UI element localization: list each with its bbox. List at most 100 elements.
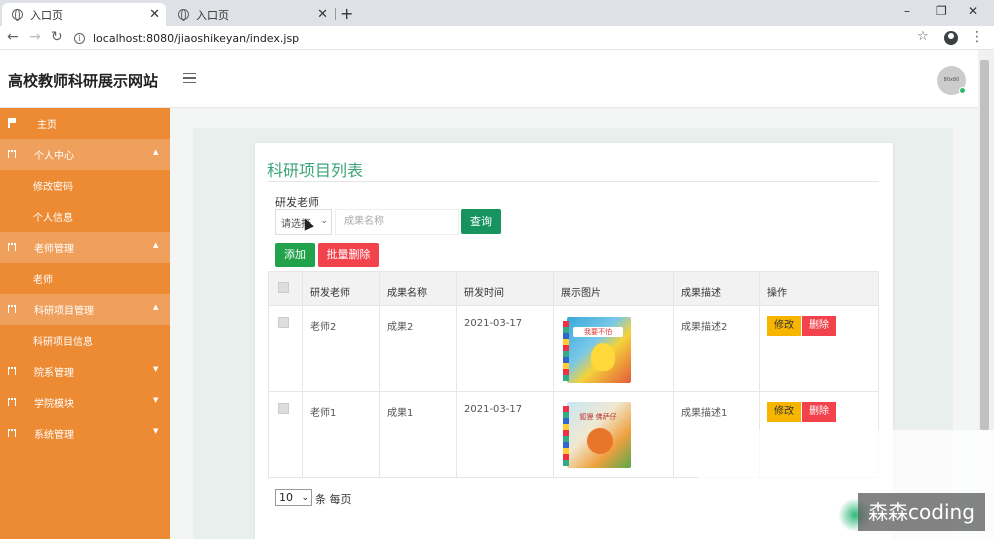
sidebar-item-label: 老师 xyxy=(33,275,53,286)
sidebar-item-home[interactable]: 主页 xyxy=(0,108,170,139)
sidebar-item-profile[interactable]: 个人信息 xyxy=(0,201,170,232)
sidebar-item-label: 院系管理 xyxy=(34,368,74,379)
project-image[interactable]: 我要不怕 xyxy=(563,317,631,383)
edit-button[interactable]: 修改 xyxy=(767,402,801,422)
sidebar-group-departments[interactable]: 院系管理 ▼ xyxy=(0,356,170,387)
cell-teacher: 老师2 xyxy=(310,322,337,333)
cell-teacher: 老师1 xyxy=(310,408,337,419)
grid-icon xyxy=(8,398,16,406)
cell-name: 成果1 xyxy=(387,408,414,419)
delete-button[interactable]: 删除 xyxy=(802,402,836,422)
col-divider xyxy=(302,272,303,477)
url-field[interactable]: i localhost:8080/jiaoshikeyan/index.jsp xyxy=(74,29,942,47)
sidebar-group-system[interactable]: 系统管理 ▼ xyxy=(0,418,170,449)
row-checkbox[interactable] xyxy=(278,317,289,328)
sidebar-item-label: 主页 xyxy=(37,120,57,131)
site-brand: 高校教师科研展示网站 xyxy=(8,72,159,90)
cell-desc: 成果描述2 xyxy=(681,322,728,333)
browser-tab[interactable]: 入口页 ✕ xyxy=(168,3,334,26)
grid-icon xyxy=(8,305,16,313)
restore-icon[interactable]: ❐ xyxy=(936,4,947,18)
page-size-value: 10 xyxy=(279,491,293,504)
sidebar-item-label: 修改密码 xyxy=(33,182,73,193)
sidebar-item-label: 科研项目信息 xyxy=(33,337,93,348)
sidebar-group-projects[interactable]: 科研项目管理 ▲ xyxy=(0,294,170,325)
th-teacher: 研发老师 xyxy=(310,288,350,299)
chevron-up-icon: ▲ xyxy=(153,303,159,311)
menu-toggle-icon[interactable] xyxy=(183,73,196,83)
col-divider xyxy=(456,272,457,477)
info-icon[interactable]: i xyxy=(74,32,85,44)
row-checkbox[interactable] xyxy=(278,403,289,414)
add-button[interactable]: 添加 xyxy=(275,243,315,267)
th-image: 展示图片 xyxy=(561,288,601,299)
sidebar-item-project-info[interactable]: 科研项目信息 xyxy=(0,325,170,356)
chevron-down-icon: ▼ xyxy=(153,396,159,404)
col-divider xyxy=(553,272,554,477)
chevron-down-icon: ▼ xyxy=(153,427,159,435)
th-name: 成果名称 xyxy=(387,288,427,299)
image-caption: 我要不怕 xyxy=(573,327,623,337)
forward-icon[interactable]: → xyxy=(29,29,41,45)
bookmark-star-icon[interactable]: ☆ xyxy=(917,29,929,44)
page-title: 科研项目列表 xyxy=(267,161,364,180)
chevron-down-icon: ⌄ xyxy=(301,493,309,503)
new-tab-icon[interactable]: + xyxy=(340,4,353,23)
minimize-icon[interactable]: – xyxy=(904,4,910,18)
browser-tab-bar: 入口页 ✕ 入口页 ✕ + – ❐ ✕ xyxy=(0,0,994,26)
scrollbar-thumb[interactable] xyxy=(980,60,989,430)
browser-menu-icon[interactable]: ⋮ xyxy=(970,29,984,45)
book-spines xyxy=(563,406,569,466)
globe-icon xyxy=(178,9,189,21)
page-size-select[interactable]: 10 ⌄ xyxy=(275,489,312,506)
sidebar-group-colleges[interactable]: 学院模块 ▼ xyxy=(0,387,170,418)
th-desc: 成果描述 xyxy=(681,288,721,299)
cell-date: 2021-03-17 xyxy=(464,404,523,415)
search-input[interactable]: 成果名称 xyxy=(335,209,459,235)
address-bar: ← → ↻ i localhost:8080/jiaoshikeyan/inde… xyxy=(0,26,994,50)
query-button[interactable]: 查询 xyxy=(461,209,501,234)
grid-icon xyxy=(8,367,16,375)
image-caption: 狐狸 佛萨仔 xyxy=(579,413,617,421)
online-status-dot xyxy=(959,87,966,94)
app-header: 高校教师科研展示网站 80x80 xyxy=(0,50,978,108)
grid-icon xyxy=(8,150,16,158)
project-image[interactable]: 狐狸 佛萨仔 xyxy=(563,402,631,468)
col-divider xyxy=(379,272,380,477)
globe-icon xyxy=(12,9,23,21)
account-icon[interactable] xyxy=(944,31,958,45)
title-divider xyxy=(267,181,879,182)
browser-tab-active[interactable]: 入口页 ✕ xyxy=(2,3,166,26)
th-date: 研发时间 xyxy=(464,288,504,299)
sidebar-group-personal[interactable]: 个人中心 ▲ xyxy=(0,139,170,170)
watermark: 森森coding xyxy=(858,493,985,531)
sidebar-item-label: 个人中心 xyxy=(34,151,74,162)
tab-title: 入口页 xyxy=(196,8,229,22)
delete-button[interactable]: 删除 xyxy=(802,316,836,336)
sidebar-item-teacher[interactable]: 老师 xyxy=(0,263,170,294)
close-tab-icon[interactable]: ✕ xyxy=(149,7,160,22)
edit-button[interactable]: 修改 xyxy=(767,316,801,336)
window-close-icon[interactable]: ✕ xyxy=(968,4,978,18)
sidebar-item-label: 科研项目管理 xyxy=(34,306,94,317)
reload-icon[interactable]: ↻ xyxy=(51,29,63,45)
chevron-up-icon: ▲ xyxy=(153,241,159,249)
cell-name: 成果2 xyxy=(387,322,414,333)
sidebar-item-change-password[interactable]: 修改密码 xyxy=(0,170,170,201)
tab-separator xyxy=(335,8,336,20)
sidebar-item-label: 个人信息 xyxy=(33,213,73,224)
flag-icon xyxy=(8,118,16,128)
batch-delete-button[interactable]: 批量删除 xyxy=(318,243,379,267)
back-icon[interactable]: ← xyxy=(7,29,19,45)
chevron-up-icon: ▲ xyxy=(153,148,159,156)
close-tab-icon[interactable]: ✕ xyxy=(317,7,328,22)
select-all-checkbox[interactable] xyxy=(278,282,289,293)
duck-illustration xyxy=(591,343,615,371)
sidebar-group-teachers[interactable]: 老师管理 ▲ xyxy=(0,232,170,263)
col-divider xyxy=(673,272,674,477)
grid-icon xyxy=(8,243,16,251)
cell-desc: 成果描述1 xyxy=(681,408,728,419)
row-divider xyxy=(269,391,878,392)
teacher-filter-label: 研发老师 xyxy=(275,196,319,209)
page-size-label: 条 每页 xyxy=(315,493,352,506)
